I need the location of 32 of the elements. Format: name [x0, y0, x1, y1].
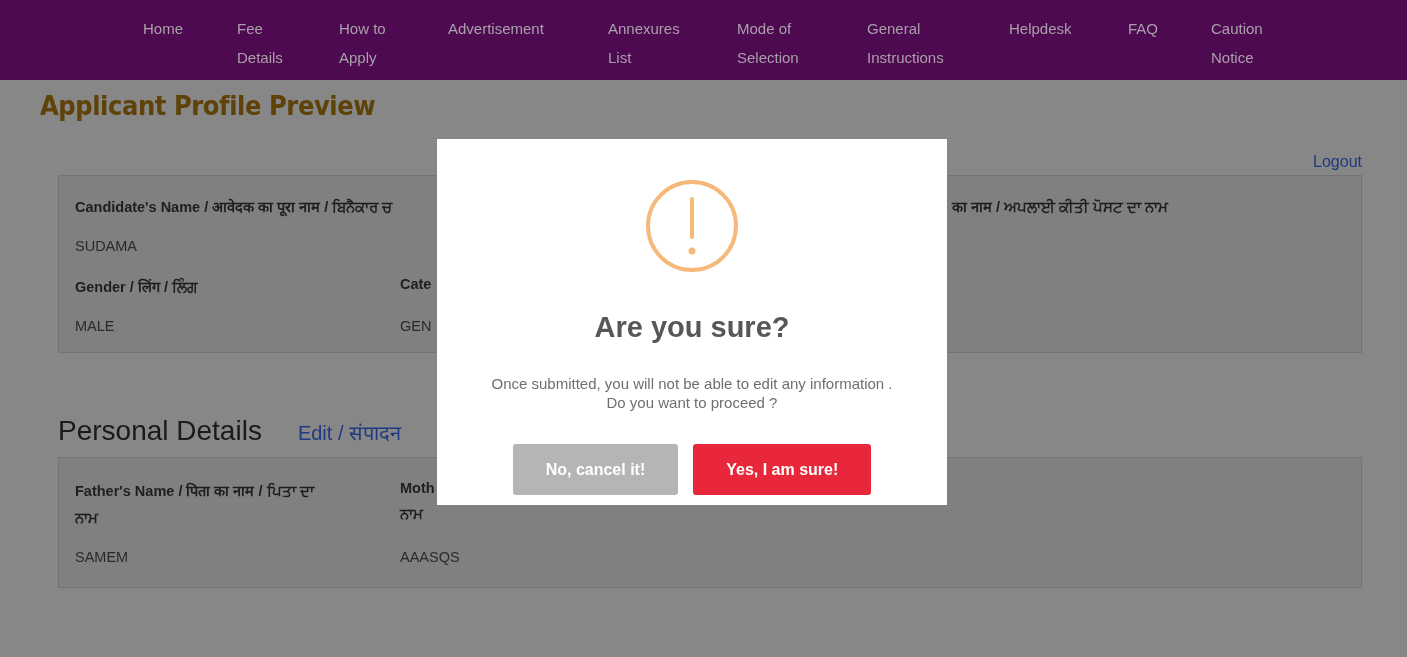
dialog-message: Once submitted, you will not be able to edit any information . — [491, 374, 893, 393]
field-label: Gender / लिंग / ਲਿੰਗ — [75, 277, 197, 296]
field-value: SUDAMA — [75, 238, 138, 254]
nav-link[interactable]: Caution Notice — [1211, 14, 1273, 72]
nav-link[interactable]: Home — [143, 14, 203, 43]
field-label: Cate — [400, 276, 432, 294]
field-label: का नाम / ਅਪਲਾਈ ਕੀਤੀ ਪੋਸਟ ਦਾ ਨਾਮ — [952, 197, 1169, 216]
nav-link[interactable]: How to Apply — [339, 14, 409, 72]
nav-link[interactable]: Advertisement — [448, 14, 598, 43]
field-label: ਨਾਮ — [75, 510, 98, 527]
dialog-message: Do you want to proceed ? — [606, 393, 778, 412]
dialog-title: Are you sure? — [594, 311, 790, 344]
nav-link[interactable]: Helpdesk — [1009, 14, 1109, 43]
nav-link[interactable]: Annexures List — [608, 14, 696, 72]
field-label: Father's Name / पिता का नाम / ਪਿਤਾ ਦਾ — [75, 481, 314, 500]
nav-link[interactable]: Mode of Selection — [737, 14, 817, 72]
field-value: SAMEM — [75, 549, 129, 565]
field-value: GEN — [400, 318, 432, 334]
field-value: MALE — [75, 318, 115, 334]
field-label: ਨਾਮ — [400, 506, 423, 523]
logout-link[interactable]: Logout — [1313, 153, 1362, 171]
field-value: AAASQS — [400, 549, 460, 565]
nav-link[interactable]: Fee Details — [237, 14, 299, 72]
nav-link[interactable]: FAQ — [1128, 14, 1188, 43]
warning-icon — [645, 179, 739, 273]
field-label: Moth — [400, 480, 435, 496]
edit-link[interactable]: Edit / संपादन — [297, 419, 401, 446]
section-heading: Personal Details — [58, 415, 262, 447]
nav-link[interactable]: General Instructions — [867, 14, 967, 72]
field-label: Candidate's Name / आवेदक का पूरा नाम / ਬਿਨੈਕਾਰ ਚ — [75, 197, 393, 216]
page-title: Applicant Profile Preview — [40, 90, 376, 121]
confirm-button[interactable]: Yes, I am sure! — [693, 444, 872, 495]
